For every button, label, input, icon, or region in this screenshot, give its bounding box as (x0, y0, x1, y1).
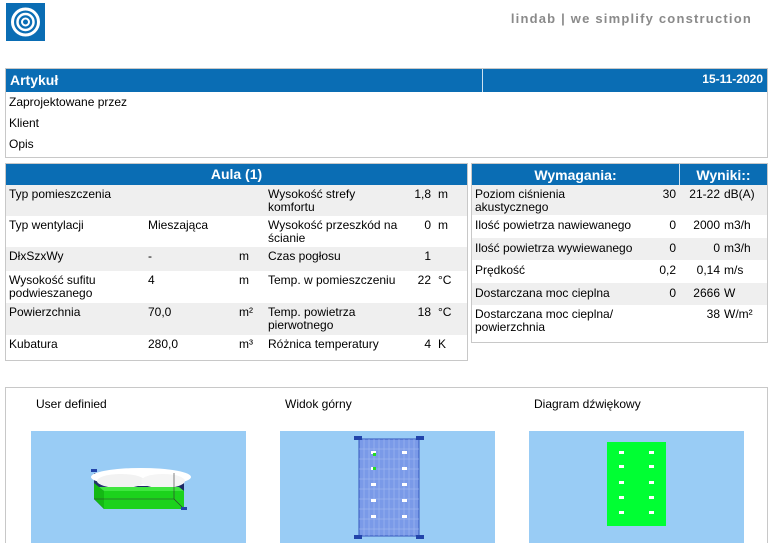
room-param-row: DłxSzxWy - m Czas pogłosu 1 (6, 247, 467, 271)
requirements-title: Wymagania: (534, 167, 617, 183)
top-view-illustration (354, 436, 424, 539)
result-unit: m3/h (724, 240, 751, 255)
result-value: 0,14 (696, 263, 720, 277)
param-label: Wysokość strefy komfortu (268, 187, 356, 214)
designed-by-row: Zaprojektowane przez (9, 95, 128, 109)
user-defined-label: User definied (36, 397, 107, 411)
required-value: 30 (662, 187, 676, 201)
param-value: 22 (417, 273, 431, 287)
sound-diagram-view[interactable] (529, 431, 744, 543)
result-label: Ilość powietrza nawiewanego (475, 218, 632, 232)
param-label: Różnica temperatury (268, 337, 379, 351)
required-value: 0 (669, 285, 676, 300)
room-3d-illustration (91, 468, 191, 510)
param-value: 4 (424, 337, 431, 351)
company-tagline: lindab | we simplify construction (510, 11, 752, 26)
result-row: Prędkość 0,2 0,14 m/s (472, 260, 767, 283)
param-unit: m³ (239, 337, 253, 351)
room-param-row: Kubatura 280,0 m³ Różnica temperatury 4 … (6, 335, 467, 359)
param-value: Mieszająca (148, 218, 209, 232)
results-title: Wyniki:: (696, 167, 751, 183)
top-view-plan[interactable] (280, 431, 495, 543)
room-param-row: Typ wentylacji Mieszająca Wysokość przes… (6, 216, 467, 247)
param-label: Wysokość przeszkód na ścianie (268, 218, 398, 245)
param-value: 0 (424, 218, 431, 232)
result-row: Dostarczana moc cieplna 0 2666 W (472, 282, 767, 305)
result-row: Ilość powietrza wywiewanego 0 0 m3/h (472, 237, 767, 260)
sound-diagram-label: Diagram dźwiękowy (534, 397, 641, 411)
param-unit: °C (438, 305, 452, 319)
requirements-header-bar: Wymagania: Wyniki:: (472, 164, 767, 185)
result-row: Ilość powietrza nawiewanego 0 2000 m3/h (472, 215, 767, 238)
param-unit: m (438, 187, 448, 201)
param-unit: m (239, 273, 249, 287)
client-row: Klient (9, 116, 40, 130)
param-value: 18 (417, 305, 431, 319)
result-label: Dostarczana moc cieplna/ powierzchnia (475, 307, 614, 334)
param-label: Typ wentylacji (9, 218, 84, 232)
param-unit: m² (239, 305, 253, 319)
required-value: 0 (669, 218, 676, 232)
result-value: 2666 (693, 285, 720, 300)
result-row: Poziom ciśnienia akustycznego 30 21-22 d… (472, 185, 767, 215)
room-section: Aula (1) Typ pomieszczenia Wysokość stre… (5, 163, 468, 361)
result-unit: m/s (724, 263, 744, 277)
result-unit: dB(A) (724, 187, 755, 201)
room-param-row: Wysokość sufitu podwieszanego 4 m Temp. … (6, 271, 467, 303)
result-value: 21-22 (689, 187, 720, 201)
param-value: 70,0 (148, 305, 172, 319)
description-row: Opis (9, 137, 34, 151)
result-unit: W (724, 285, 736, 300)
param-unit: °C (438, 273, 452, 287)
param-value: 4 (148, 273, 155, 287)
article-section: Artykuł 15-11-2020 Zaprojektowane przez … (5, 68, 768, 158)
top-view-label: Widok górny (285, 397, 352, 411)
room-param-row: Typ pomieszczenia Wysokość strefy komfor… (6, 185, 467, 216)
param-label: Temp. w pomieszczeniu (268, 273, 396, 287)
sound-diagram-illustration (607, 442, 666, 526)
param-label: Czas pogłosu (268, 249, 341, 263)
result-value: 0 (713, 240, 720, 255)
param-unit: m (438, 218, 448, 232)
views-section: User definied Widok górny Diagram dźwięk… (5, 387, 768, 543)
result-value: 38 (706, 307, 720, 321)
room-title: Aula (1) (6, 164, 467, 185)
room-param-row: Powierzchnia 70,0 m² Temp. powietrza pie… (6, 303, 467, 335)
param-label: Powierzchnia (9, 305, 81, 319)
param-unit: m (239, 249, 249, 263)
param-label: DłxSzxWy (9, 249, 64, 263)
param-label: Temp. powietrza pierwotnego (268, 305, 356, 332)
result-unit: W/m² (724, 307, 753, 321)
article-header-bar: Artykuł 15-11-2020 (6, 69, 767, 92)
required-value: 0,2 (659, 263, 676, 277)
result-label: Prędkość (475, 263, 526, 277)
param-unit: K (438, 337, 447, 351)
result-label: Poziom ciśnienia akustycznego (475, 187, 566, 214)
lindab-logo-icon (11, 7, 40, 37)
param-value: 1,8 (414, 187, 431, 201)
required-value: 0 (669, 240, 676, 255)
header-divider (482, 69, 483, 92)
article-title: Artykuł (10, 72, 59, 88)
lindab-logo (6, 3, 45, 41)
param-value: 1 (424, 249, 431, 263)
param-value: - (148, 249, 152, 263)
result-label: Ilość powietrza wywiewanego (475, 240, 633, 255)
param-label: Kubatura (9, 337, 58, 351)
result-label: Dostarczana moc cieplna (475, 285, 610, 300)
result-row: Dostarczana moc cieplna/ powierzchnia 38… (472, 305, 767, 335)
user-defined-3d-view[interactable] (31, 431, 246, 543)
result-value: 2000 (693, 218, 720, 232)
result-unit: m3/h (724, 218, 751, 232)
param-value: 280,0 (148, 337, 179, 351)
article-date: 15-11-2020 (702, 72, 763, 86)
param-label: Typ pomieszczenia (9, 187, 112, 201)
param-label: Wysokość sufitu podwieszanego (9, 273, 96, 300)
requirements-results-section: Wymagania: Wyniki:: Poziom ciśnienia aku… (471, 163, 768, 343)
